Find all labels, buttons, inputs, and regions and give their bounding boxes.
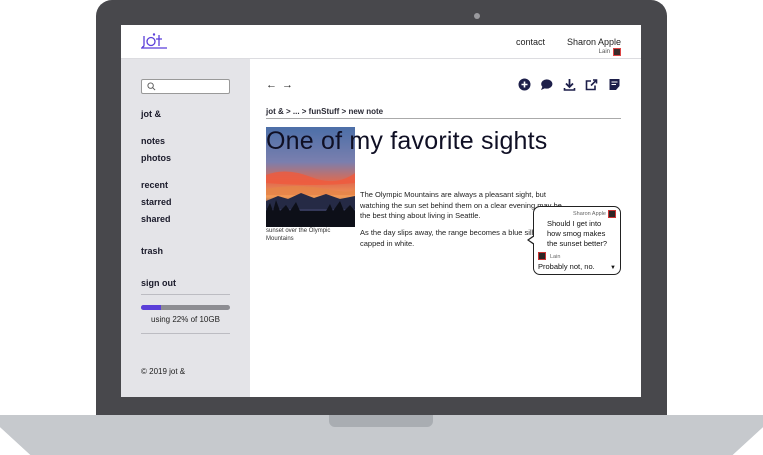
laptop-notch [329, 415, 433, 427]
copyright: © 2019 jot & [141, 367, 186, 376]
comment-text: Should I get into how smog makes the sun… [547, 219, 608, 248]
add-icon[interactable] [518, 78, 531, 91]
sidebar: jot & notes photos recent starred shared… [121, 59, 250, 397]
app-screen: contact Sharon Apple Lain jot & notes ph… [121, 25, 641, 397]
avatar [613, 48, 621, 56]
comment-pointer-fill [529, 236, 535, 244]
divider [141, 333, 230, 334]
photo-caption: sunset over the Olympic Mountains [266, 228, 331, 242]
chevron-down-icon[interactable]: ▼ [610, 265, 616, 271]
storage-progress-fill [141, 305, 161, 310]
comment-bubble[interactable]: Sharon Apple Should I get into how smog … [533, 206, 621, 275]
download-icon[interactable] [563, 78, 576, 91]
notes-icon[interactable] [608, 78, 621, 91]
search-icon [147, 82, 156, 91]
sidebar-item-sign-out[interactable]: sign out [141, 278, 176, 288]
laptop-illustration: contact Sharon Apple Lain jot & notes ph… [0, 0, 763, 455]
note-title[interactable]: One of my favorite sights [266, 127, 548, 156]
sidebar-item-home[interactable]: jot & [141, 109, 161, 119]
jot-logo-icon[interactable] [141, 33, 167, 49]
user-account-sub[interactable]: Lain [599, 48, 621, 56]
divider [266, 118, 621, 119]
sidebar-item-shared[interactable]: shared [141, 214, 171, 224]
back-button[interactable]: ← [266, 79, 277, 91]
user-sub-label: Lain [598, 49, 610, 55]
reply-text: Probably not, no. [538, 262, 595, 271]
breadcrumb[interactable]: jot & > ... > funStuff > new note [266, 107, 383, 116]
sidebar-item-notes[interactable]: notes [141, 136, 165, 146]
webcam [474, 13, 480, 19]
divider [141, 294, 230, 295]
reply-author: Lain [550, 254, 561, 260]
comment-icon[interactable] [540, 78, 553, 91]
sidebar-item-recent[interactable]: recent [141, 180, 168, 190]
sidebar-item-trash[interactable]: trash [141, 246, 163, 256]
storage-usage-text: using 22% of 10GB [151, 315, 220, 324]
search-input[interactable] [141, 79, 230, 94]
comment-author: Sharon Apple [572, 211, 606, 217]
avatar [608, 210, 616, 218]
storage-progress-bar [141, 305, 230, 310]
note-editor: ← → jot & > ... > funStuff > new note su… [250, 59, 641, 397]
app-header: contact Sharon Apple Lain [121, 25, 641, 59]
user-name[interactable]: Sharon Apple [567, 37, 621, 47]
forward-button[interactable]: → [282, 79, 293, 91]
sidebar-item-photos[interactable]: photos [141, 153, 171, 163]
contact-link[interactable]: contact [516, 37, 545, 47]
share-icon[interactable] [585, 78, 598, 91]
avatar [538, 252, 546, 260]
sidebar-item-starred[interactable]: starred [141, 197, 172, 207]
